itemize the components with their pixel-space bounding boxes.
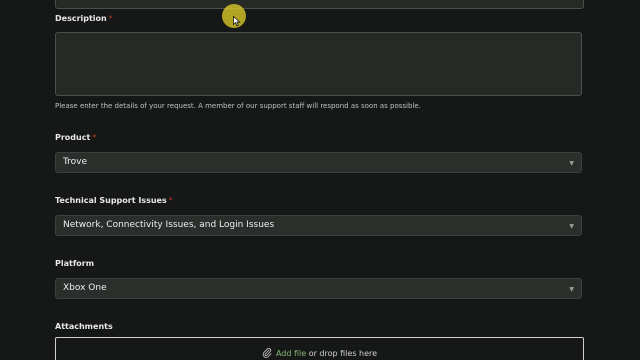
product-selected-value: Trove <box>63 157 88 167</box>
caret-down-icon: ▼ <box>569 223 574 230</box>
technical-support-issues-selected-value: Network, Connectivity Issues, and Login … <box>63 220 275 230</box>
required-marker: * <box>92 133 97 142</box>
paperclip-icon <box>262 347 272 360</box>
caret-down-icon: ▼ <box>569 286 574 293</box>
required-marker: * <box>168 196 173 205</box>
description-helper-text: Please enter the details of your request… <box>55 102 421 110</box>
attachments-label: Attachments <box>55 322 113 331</box>
drop-files-text: or drop files here <box>306 349 378 358</box>
technical-support-issues-select[interactable]: Network, Connectivity Issues, and Login … <box>55 215 582 236</box>
platform-label: Platform <box>55 259 95 268</box>
previous-field-input[interactable] <box>55 0 584 9</box>
platform-select[interactable]: Xbox One ▼ <box>55 278 582 299</box>
support-request-form: Description * Please enter the details of… <box>0 0 640 360</box>
description-label: Description * <box>55 14 113 23</box>
product-select[interactable]: Trove ▼ <box>55 152 582 173</box>
description-textarea[interactable] <box>55 32 582 96</box>
platform-selected-value: Xbox One <box>63 283 107 293</box>
required-marker: * <box>108 14 113 23</box>
product-label: Product * <box>55 133 97 142</box>
attachments-dropzone[interactable]: Add file or drop files here <box>55 337 584 360</box>
technical-support-issues-label: Technical Support Issues * <box>55 196 173 205</box>
mouse-pointer-icon <box>233 12 241 31</box>
caret-down-icon: ▼ <box>569 160 574 167</box>
add-file-link[interactable]: Add file <box>276 349 306 358</box>
